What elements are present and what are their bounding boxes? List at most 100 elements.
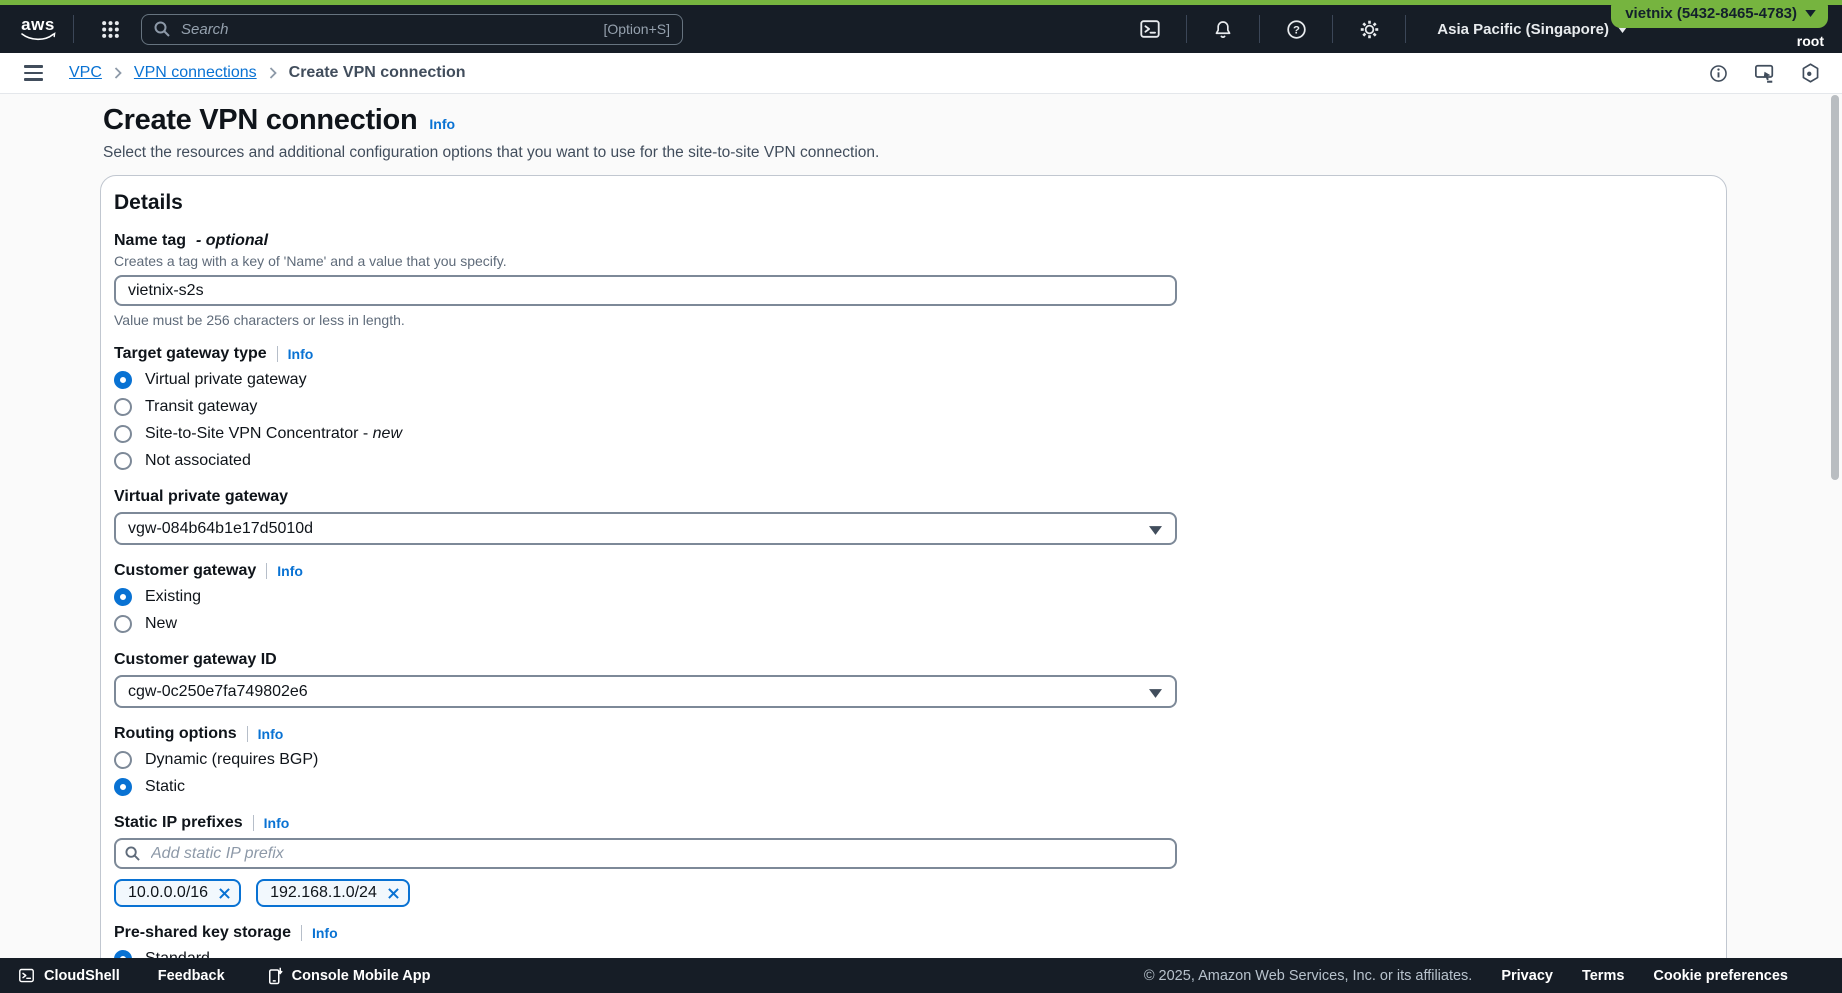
- radio-virtual-private-gateway[interactable]: Virtual private gateway: [114, 370, 1706, 390]
- mobile-app-icon: [267, 967, 283, 985]
- token-close-icon[interactable]: [219, 888, 230, 899]
- static-ip-prefix-input[interactable]: [114, 838, 1177, 869]
- vertical-scrollbar[interactable]: [1831, 95, 1839, 480]
- static-ip-prefixes-label: Static IP prefixes: [114, 814, 243, 832]
- field-name-tag: Name tag - optional Creates a tag with a…: [114, 232, 1706, 328]
- card-heading: Details: [114, 191, 1706, 215]
- aws-smile-icon: [20, 32, 56, 41]
- info-link[interactable]: Info: [312, 925, 338, 941]
- footer-link-privacy[interactable]: Privacy: [1501, 968, 1553, 984]
- breadcrumb-link-vpn-connections[interactable]: VPN connections: [134, 64, 257, 82]
- copyright-text: © 2025, Amazon Web Services, Inc. or its…: [1144, 968, 1473, 984]
- radio-button-selected[interactable]: [114, 950, 132, 958]
- feedback-label: Feedback: [158, 968, 225, 984]
- region-label: Asia Pacific (Singapore): [1437, 21, 1609, 38]
- hexagon-badge-icon[interactable]: [1801, 63, 1820, 83]
- radio-s2s-vpn-concentrator[interactable]: Site-to-Site VPN Concentrator - new: [114, 424, 1706, 444]
- chevron-down-icon: [1805, 10, 1816, 17]
- label-divider: [266, 563, 267, 579]
- name-tag-input[interactable]: [114, 275, 1177, 306]
- radio-button[interactable]: [114, 615, 132, 633]
- radio-transit-gateway[interactable]: Transit gateway: [114, 397, 1706, 417]
- footer-console-mobile-app-button[interactable]: Console Mobile App: [267, 967, 431, 985]
- radio-button[interactable]: [114, 398, 132, 416]
- radio-button-selected[interactable]: [114, 371, 132, 389]
- session-color-strip: [0, 0, 1842, 5]
- info-panel-icon[interactable]: [1709, 64, 1728, 83]
- topbar-divider: [1405, 15, 1406, 43]
- topbar-divider: [73, 15, 74, 43]
- page-title-info-link[interactable]: Info: [429, 116, 455, 132]
- aws-logo-text: aws: [21, 17, 55, 32]
- footer-cloudshell-button[interactable]: CloudShell: [18, 967, 120, 984]
- aws-logo[interactable]: aws: [16, 17, 60, 41]
- chevron-down-icon: [1149, 689, 1162, 698]
- page-subtitle: Select the resources and additional conf…: [103, 144, 1842, 162]
- field-virtual-private-gateway: Virtual private gateway vgw-084b64b1e17d…: [114, 488, 1706, 545]
- info-link[interactable]: Info: [277, 563, 303, 579]
- radio-button[interactable]: [114, 751, 132, 769]
- info-link[interactable]: Info: [264, 815, 290, 831]
- details-card: Details Name tag - optional Creates a ta…: [100, 175, 1727, 958]
- optional-suffix: - optional: [196, 232, 268, 250]
- page-title: Create VPN connection: [103, 104, 417, 136]
- cloudshell-label: CloudShell: [44, 968, 120, 984]
- global-search[interactable]: [Option+S]: [141, 14, 683, 45]
- search-input[interactable]: [179, 20, 603, 39]
- top-navigation-bar: aws [Option+S] ?: [0, 5, 1842, 53]
- breadcrumb-current-page: Create VPN connection: [289, 64, 466, 82]
- pre-shared-key-storage-label: Pre-shared key storage: [114, 924, 291, 942]
- token-close-icon[interactable]: [388, 888, 399, 899]
- help-icon[interactable]: ?: [1273, 5, 1319, 53]
- info-link[interactable]: Info: [288, 346, 314, 362]
- info-link[interactable]: Info: [258, 726, 284, 742]
- search-icon: [154, 21, 170, 37]
- radio-button[interactable]: [114, 452, 132, 470]
- breadcrumb-link-vpc[interactable]: VPC: [69, 64, 102, 82]
- footer-link-cookie-preferences[interactable]: Cookie preferences: [1653, 968, 1788, 984]
- label-divider: [247, 726, 248, 742]
- footer-feedback-button[interactable]: Feedback: [158, 968, 225, 984]
- search-icon: [125, 846, 140, 866]
- svg-text:?: ?: [1293, 24, 1300, 36]
- radio-existing[interactable]: Existing: [114, 587, 1706, 607]
- radio-button[interactable]: [114, 425, 132, 443]
- main-content: Create VPN connection Info Select the res…: [0, 94, 1842, 958]
- radio-not-associated[interactable]: Not associated: [114, 451, 1706, 471]
- radio-button-selected[interactable]: [114, 588, 132, 606]
- virtual-private-gateway-label: Virtual private gateway: [114, 488, 288, 506]
- radio-button-selected[interactable]: [114, 778, 132, 796]
- label-divider: [301, 925, 302, 941]
- topbar-divider: [1259, 15, 1260, 43]
- customer-gateway-id-select[interactable]: cgw-0c250e7fa749802e6: [114, 675, 1177, 708]
- chevron-right-icon: [114, 67, 122, 79]
- token-value: 10.0.0.0/16: [128, 884, 208, 902]
- label-divider: [253, 815, 254, 831]
- radio-dynamic-bgp[interactable]: Dynamic (requires BGP): [114, 750, 1706, 770]
- radio-new[interactable]: New: [114, 614, 1706, 634]
- side-menu-hamburger-icon[interactable]: [22, 61, 45, 85]
- user-role-label: root: [1797, 33, 1824, 49]
- prefix-token-list: 10.0.0.0/16 192.168.1.0/24: [114, 879, 1706, 907]
- chevron-right-icon: [269, 67, 277, 79]
- cloudshell-icon: [18, 967, 35, 984]
- radio-standard[interactable]: Standard: [114, 949, 1706, 958]
- prefix-token: 192.168.1.0/24: [256, 879, 410, 907]
- cloudshell-icon[interactable]: [1127, 5, 1173, 53]
- screen-pointer-icon[interactable]: [1754, 64, 1775, 83]
- app-grid-icon[interactable]: [87, 5, 133, 53]
- customer-gateway-label: Customer gateway: [114, 562, 256, 580]
- field-routing-options: Routing options Info Dynamic (requires B…: [114, 725, 1706, 797]
- radio-static[interactable]: Static: [114, 777, 1706, 797]
- field-customer-gateway: Customer gateway Info Existing New: [114, 562, 1706, 634]
- breadcrumb-bar: VPC VPN connections Create VPN connectio…: [0, 53, 1842, 94]
- footer-link-terms[interactable]: Terms: [1582, 968, 1624, 984]
- prefix-token: 10.0.0.0/16: [114, 879, 241, 907]
- virtual-private-gateway-select[interactable]: vgw-084b64b1e17d5010d: [114, 512, 1177, 545]
- notifications-bell-icon[interactable]: [1200, 5, 1246, 53]
- topbar-divider: [1186, 15, 1187, 43]
- account-menu-badge[interactable]: vietnix (5432-8465-4783): [1611, 1, 1828, 28]
- name-tag-constraint: Value must be 256 characters or less in …: [114, 312, 1706, 328]
- routing-options-label: Routing options: [114, 725, 237, 743]
- settings-gear-icon[interactable]: [1346, 5, 1392, 53]
